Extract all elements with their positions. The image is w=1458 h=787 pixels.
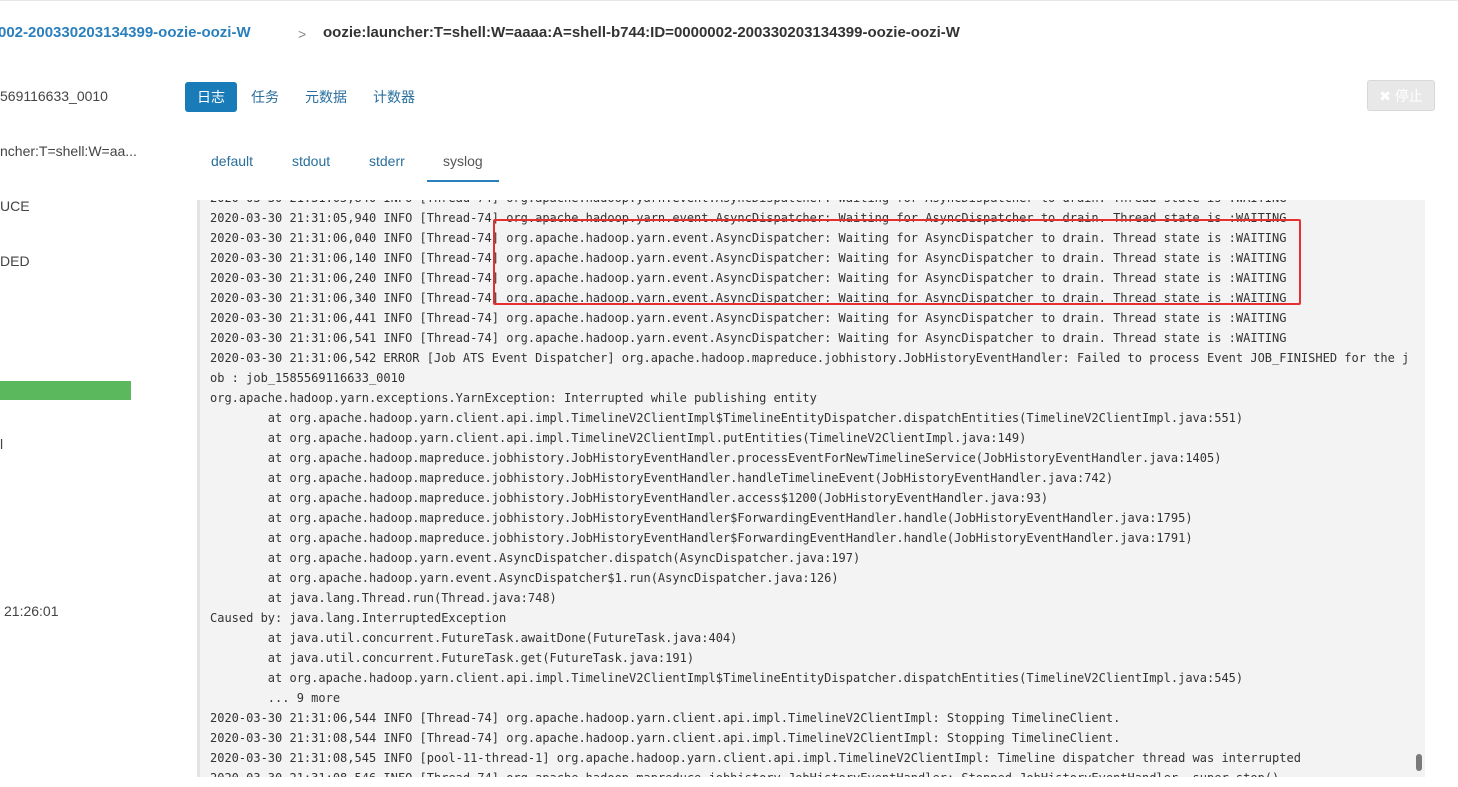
tab-logs[interactable]: 日志: [185, 82, 237, 112]
log-line: at org.apache.hadoop.yarn.client.api.imp…: [210, 671, 1244, 685]
log-line: ob : job_1585569116633_0010: [210, 371, 406, 385]
tab-counters[interactable]: 计数器: [361, 82, 427, 112]
log-scrollbar-thumb[interactable]: [1416, 754, 1422, 771]
tab-stdout[interactable]: stdout: [276, 142, 346, 180]
stop-button-label: 停止: [1394, 88, 1423, 104]
log-line: 2020-03-30 21:31:06,240 INFO [Thread-74]…: [210, 271, 1287, 285]
tab-syslog[interactable]: syslog: [427, 142, 499, 182]
log-line: 2020-03-30 21:31:06,541 INFO [Thread-74]…: [210, 331, 1287, 345]
tab-default[interactable]: default: [195, 142, 269, 180]
log-line: 2020-03-30 21:31:06,340 INFO [Thread-74]…: [210, 291, 1287, 305]
log-line: at org.apache.hadoop.yarn.event.AsyncDis…: [210, 571, 839, 585]
sidebar-start-time: 21:26:01: [4, 603, 59, 619]
log-line: at org.apache.hadoop.yarn.client.api.imp…: [210, 431, 1027, 445]
task-properties-panel: 569116633_0010 ncher:T=shell:W=aa... UCE…: [0, 68, 140, 787]
sidebar-truncated-value: l: [0, 436, 4, 452]
breadcrumb: 002-200330203134399-oozie-oozi-W > oozie…: [0, 0, 1458, 68]
log-line: at org.apache.hadoop.mapreduce.jobhistor…: [210, 471, 1114, 485]
log-line: at java.util.concurrent.FutureTask.await…: [210, 631, 738, 645]
log-line: at java.lang.Thread.run(Thread.java:748): [210, 591, 557, 605]
log-line: org.apache.hadoop.yarn.exceptions.YarnEx…: [210, 391, 817, 405]
log-line: at org.apache.hadoop.yarn.client.api.imp…: [210, 411, 1244, 425]
log-line: 2020-03-30 21:31:06,544 INFO [Thread-74]…: [210, 711, 1121, 725]
tab-metadata[interactable]: 元数据: [293, 82, 359, 112]
log-line: 2020-03-30 21:31:06,441 INFO [Thread-74]…: [210, 311, 1287, 325]
log-line: 2020-03-30 21:31:08,546 INFO [Thread-74]…: [210, 768, 1410, 777]
log-line: at org.apache.hadoop.mapreduce.jobhistor…: [210, 451, 1222, 465]
log-line: at org.apache.hadoop.mapreduce.jobhistor…: [210, 531, 1193, 545]
log-line: 2020-03-30 21:31:06,542 ERROR [Job ATS E…: [210, 351, 1410, 365]
stop-button[interactable]: ✖ 停止: [1367, 80, 1435, 111]
tab-stderr[interactable]: stderr: [353, 142, 421, 180]
log-line: at org.apache.hadoop.mapreduce.jobhistor…: [210, 511, 1193, 525]
sidebar-task-status: DED: [0, 253, 30, 269]
sidebar-task-type: UCE: [0, 198, 30, 214]
sidebar-task-name: ncher:T=shell:W=aa...: [0, 143, 137, 159]
sidebar-app-id: 569116633_0010: [0, 88, 108, 104]
log-line: 2020-03-30 21:31:05,840 INFO [Thread-74]…: [210, 200, 1410, 208]
log-line: 2020-03-30 21:31:08,544 INFO [Thread-74]…: [210, 731, 1121, 745]
log-line: at org.apache.hadoop.mapreduce.jobhistor…: [210, 491, 1049, 505]
breadcrumb-current-task: oozie:launcher:T=shell:W=aaaa:A=shell-b7…: [323, 24, 960, 41]
tab-tasks[interactable]: 任务: [239, 82, 291, 112]
log-line: 2020-03-30 21:31:08,545 INFO [pool-11-th…: [210, 751, 1301, 765]
log-line: at java.util.concurrent.FutureTask.get(F…: [210, 651, 695, 665]
log-line: ... 9 more: [210, 691, 341, 705]
breadcrumb-job-link[interactable]: 002-200330203134399-oozie-oozi-W: [0, 24, 251, 41]
breadcrumb-separator: >: [298, 26, 307, 42]
log-line: Caused by: java.lang.InterruptedExceptio…: [210, 611, 507, 625]
log-line: 2020-03-30 21:31:06,140 INFO [Thread-74]…: [210, 251, 1287, 265]
progress-bar: [0, 381, 131, 400]
log-line: 2020-03-30 21:31:05,940 INFO [Thread-74]…: [210, 211, 1287, 225]
log-line: 2020-03-30 21:31:06,040 INFO [Thread-74]…: [210, 231, 1287, 245]
log-line: at org.apache.hadoop.yarn.event.AsyncDis…: [210, 551, 861, 565]
log-output[interactable]: 2020-03-30 21:31:05,840 INFO [Thread-74]…: [197, 200, 1425, 777]
log-lines: 2020-03-30 21:31:05,840 INFO [Thread-74]…: [210, 200, 1410, 777]
close-icon: ✖: [1379, 88, 1391, 104]
log-tabs: default stdout stderr syslog: [195, 142, 1425, 182]
